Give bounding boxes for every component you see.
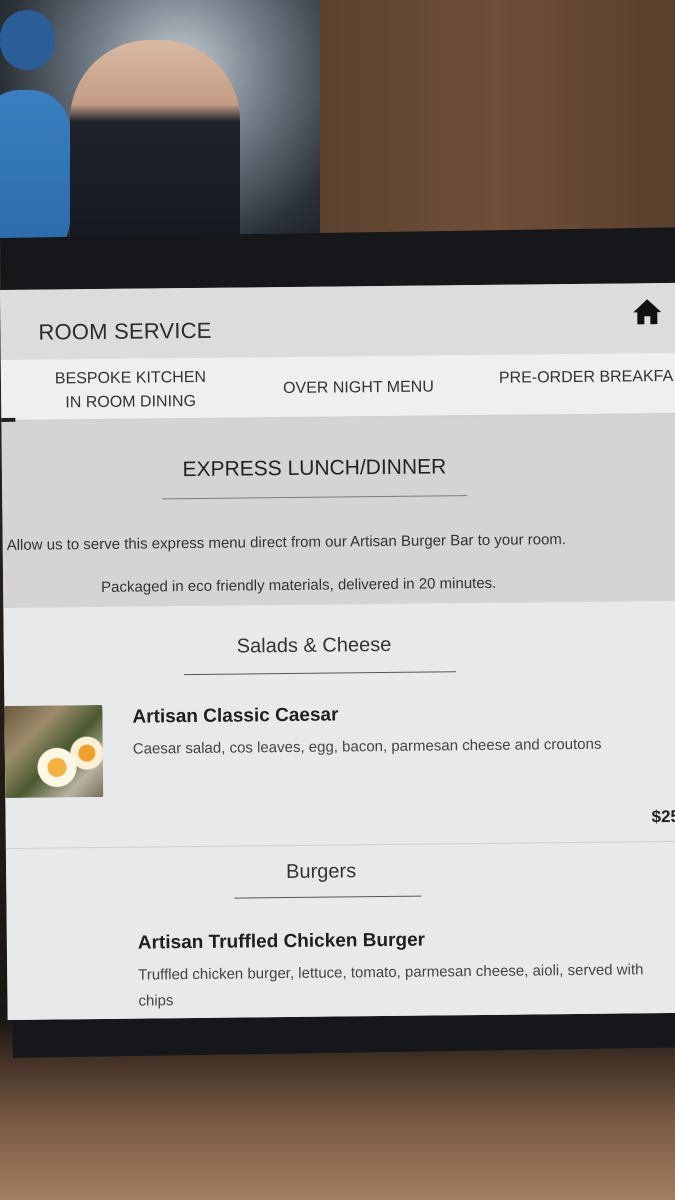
tab-over-night-menu[interactable]: OVER NIGHT MENU bbox=[283, 375, 434, 401]
menu-item-description: Caesar salad, cos leaves, egg, bacon, pa… bbox=[132, 735, 602, 758]
tab-bespoke-kitchen[interactable]: BESPOKE KITCHEN IN ROOM DINING bbox=[53, 366, 208, 416]
express-rule bbox=[162, 495, 468, 500]
menu-content: Salads & Cheese Artisan Classic Caesar C… bbox=[3, 600, 675, 1020]
express-description: Allow us to serve this express menu dire… bbox=[6, 531, 567, 554]
menu-item-price: $25 bbox=[651, 806, 675, 827]
menu-item-name[interactable]: Artisan Truffled Chicken Burger bbox=[138, 930, 425, 955]
room-service-screen: ROOM SERVICE BESPOKE KITCHEN IN ROOM DIN… bbox=[0, 282, 675, 1020]
section-title-salads: Salads & Cheese bbox=[236, 633, 392, 658]
express-heading: EXPRESS LUNCH/DINNER bbox=[182, 455, 447, 482]
caesar-salad-image[interactable] bbox=[4, 704, 104, 798]
express-banner: EXPRESS LUNCH/DINNER Allow us to serve t… bbox=[1, 414, 675, 608]
home-icon[interactable] bbox=[632, 297, 662, 325]
section-rule bbox=[184, 671, 457, 676]
section-divider bbox=[5, 840, 675, 849]
page-title: ROOM SERVICE bbox=[38, 317, 212, 345]
express-delivery-note: Packaged in eco friendly materials, deli… bbox=[101, 574, 497, 596]
menu-item-description: Truffled chicken burger, lettuce, tomato… bbox=[138, 961, 644, 1010]
background-tv bbox=[0, 0, 320, 255]
menu-tabs: BESPOKE KITCHEN IN ROOM DINING OVER NIGH… bbox=[0, 352, 675, 422]
table-surface bbox=[0, 1070, 675, 1200]
tab-pre-order-breakfast[interactable]: PRE-ORDER BREAKFA bbox=[499, 365, 674, 391]
menu-item-name[interactable]: Artisan Classic Caesar bbox=[132, 704, 338, 728]
background-wall bbox=[320, 0, 675, 240]
section-title-burgers: Burgers bbox=[285, 860, 357, 884]
section-rule bbox=[234, 895, 422, 899]
header-bar: ROOM SERVICE bbox=[0, 282, 675, 360]
